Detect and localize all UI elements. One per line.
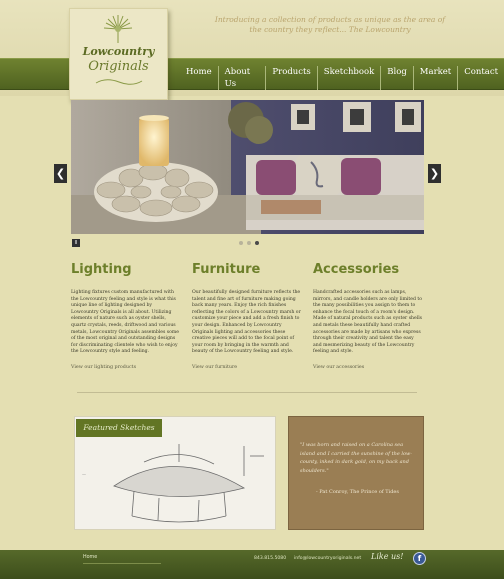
slideshow-dot[interactable] [239, 241, 243, 245]
footer-like-us: Like us! [371, 552, 404, 561]
footer [0, 550, 504, 579]
accessories-link[interactable]: View our accessories [313, 365, 423, 370]
logo-text-lowcountry: Lowcountry [82, 45, 155, 58]
accessories-body: Handcrafted accessories such as lamps, m… [313, 290, 423, 355]
lighting-body: Lighting fixtures custom manufactured wi… [71, 290, 180, 355]
nav-products[interactable]: Products [266, 66, 318, 90]
lighting-title: Lighting [71, 262, 132, 277]
facebook-icon[interactable]: f [413, 552, 426, 565]
header-tagline: Introducing a collection of products as … [214, 15, 446, 34]
nav-blog[interactable]: Blog [381, 66, 414, 90]
lighting-link[interactable]: View our lighting products [71, 365, 181, 370]
palm-logo-icon [103, 15, 133, 43]
section-divider [77, 392, 417, 393]
accessories-section: Accessories Handcrafted accessories such… [313, 262, 423, 370]
logo-text-originals: Originals [88, 59, 149, 74]
main-nav: Home About Us Products Sketchbook Blog M… [180, 66, 504, 90]
nav-market[interactable]: Market [414, 66, 459, 90]
furniture-body: Our beautifully designed furniture refle… [192, 290, 301, 355]
accessories-title: Accessories [313, 262, 400, 277]
slideshow-dots [239, 241, 259, 245]
slideshow-dot[interactable] [247, 241, 251, 245]
furniture-link[interactable]: View our furniture [192, 365, 302, 370]
slideshow-pause-button[interactable]: II [72, 239, 80, 247]
lighting-section: Lighting Lighting fixtures custom manufa… [71, 262, 181, 370]
hero-slideshow [71, 100, 424, 234]
nav-home[interactable]: Home [180, 66, 219, 90]
sketch-annotation: — [82, 472, 86, 477]
furniture-section: Furniture Our beautifully designed furni… [192, 262, 302, 370]
footer-email-link[interactable]: info@lowcountryoriginals.net [294, 556, 361, 561]
footer-phone: 843.815.5080 [254, 556, 287, 561]
footer-divider [83, 563, 161, 564]
hero-image [71, 100, 424, 234]
featured-sketches-ribbon: Featured Sketches [76, 419, 162, 437]
slideshow-prev-button[interactable]: ❮ [54, 164, 67, 183]
footer-home-link[interactable]: Home [83, 555, 97, 560]
site-logo[interactable]: Lowcountry Originals [69, 8, 168, 100]
furniture-title: Furniture [192, 262, 261, 277]
logo-swirl-ornament [95, 79, 143, 85]
nav-contact[interactable]: Contact [458, 66, 504, 90]
nav-sketchbook[interactable]: Sketchbook [318, 66, 382, 90]
slideshow-next-button[interactable]: ❯ [428, 164, 441, 183]
slideshow-dot[interactable] [255, 241, 259, 245]
quote-attribution: - Pat Conroy, The Prince of Tides [316, 489, 399, 495]
quote-text: "I was born and raised on a Carolina sea… [300, 442, 412, 474]
nav-about-us[interactable]: About Us [219, 66, 267, 90]
